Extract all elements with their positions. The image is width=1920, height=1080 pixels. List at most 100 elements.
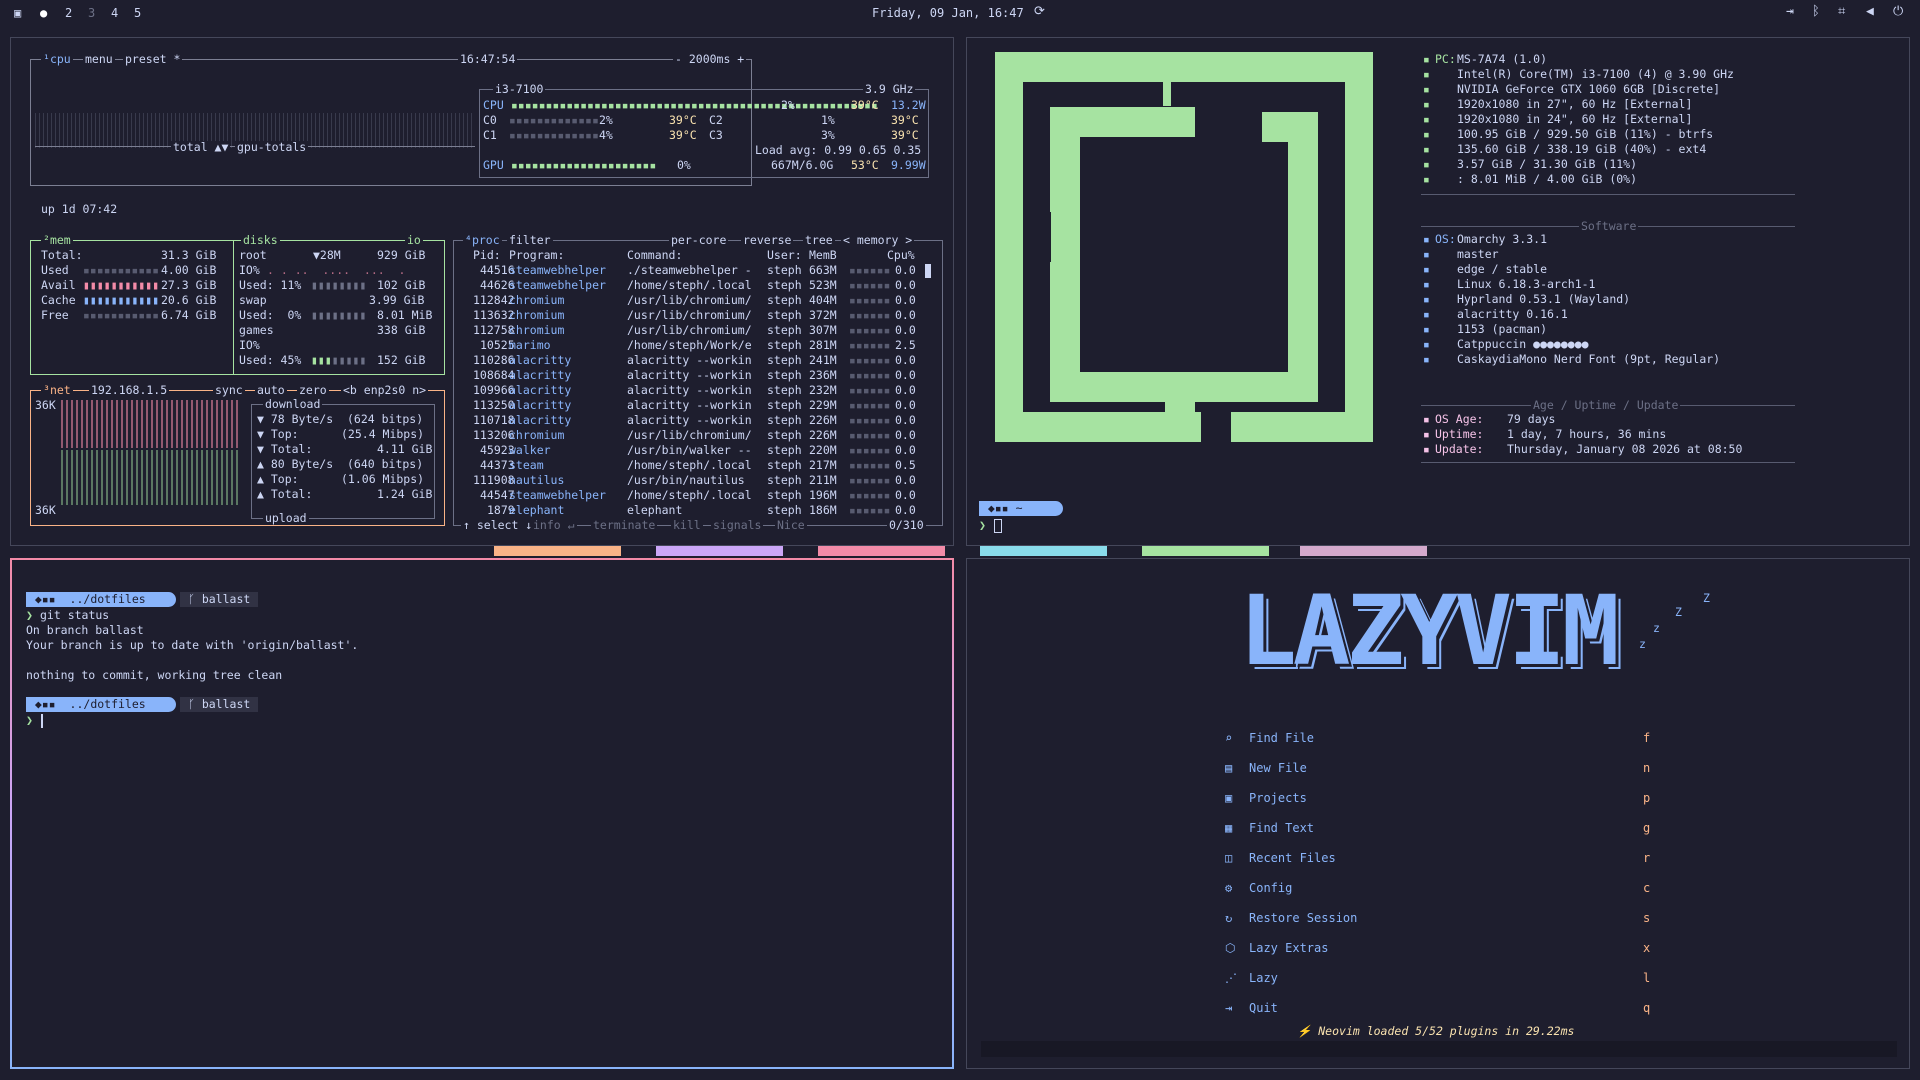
info-value: 1920x1080 in 24", 60 Hz [External] — [1457, 112, 1693, 126]
cpu-total-bar: ▪▪▪▪▪▪▪▪▪▪▪▪▪▪▪▪▪▪▪▪▪▪▪▪▪▪▪▪▪▪▪▪▪▪▪▪▪▪▪▪… — [511, 98, 878, 112]
workspace-2[interactable]: 2 — [65, 6, 72, 20]
proc-per-core[interactable]: per-core — [669, 234, 729, 247]
workspace-1-active[interactable]: ● — [40, 6, 47, 20]
menu-tab[interactable]: menu — [83, 53, 115, 66]
gpu-bar: ▪▪▪▪▪▪▪▪▪▪▪▪▪▪▪▪▪▪▪▪▪ — [511, 158, 657, 172]
net-ip: 192.168.1.5 — [89, 383, 170, 397]
fastfetch-window[interactable]: ◆▪▪ ~ ❯ Software Age / Uptime / Update ▪… — [966, 37, 1910, 546]
proc-mem: 404M — [809, 293, 837, 307]
net-zero[interactable]: zero — [297, 384, 329, 397]
col-pid[interactable]: Pid: — [473, 248, 501, 263]
volume-icon[interactable]: ◀ — [1866, 4, 1874, 19]
col-command[interactable]: Command: — [627, 248, 682, 263]
info-key: OS Age: — [1435, 412, 1484, 426]
disk-root-io: IO% — [239, 263, 260, 277]
menu-item-lazy[interactable]: ⋰ Lazy l — [1225, 971, 1655, 987]
proc-scrollbar[interactable] — [925, 264, 931, 278]
info-icon: ▪ — [1423, 127, 1430, 141]
col-user[interactable]: User: — [767, 248, 802, 263]
logout-icon[interactable]: ⇥ — [1786, 4, 1794, 19]
info-icon: ▪ — [1423, 232, 1430, 246]
proc-program: marimo — [509, 338, 551, 352]
info-value: 1 day, 7 hours, 36 mins — [1507, 427, 1667, 441]
network-icon[interactable]: ⌗ — [1838, 4, 1845, 19]
net-download-graph — [61, 400, 241, 448]
proc-terminate[interactable]: terminate — [591, 519, 658, 532]
preset-tab[interactable]: preset * — [123, 53, 183, 66]
proc-sort[interactable]: < memory > — [841, 234, 915, 247]
proc-mem-bar: ▪▪▪▪▪▪ — [849, 308, 891, 322]
games-size: 338 GiB — [377, 323, 426, 337]
proc-user: steph — [767, 338, 802, 352]
menu-label: Config — [1249, 881, 1293, 895]
proc-signals[interactable]: signals — [711, 519, 764, 532]
gpu-pct: 0% — [677, 158, 691, 172]
power-icon[interactable]: ⏻ — [1893, 4, 1903, 19]
proc-user: steph — [767, 428, 802, 442]
proc-nice[interactable]: Nice — [775, 519, 807, 532]
proc-mem-bar: ▪▪▪▪▪▪ — [849, 278, 891, 292]
menu-key: x — [1643, 941, 1651, 955]
mem-used-value: 4.00 GiB — [161, 263, 217, 277]
proc-tree[interactable]: tree — [803, 234, 835, 247]
recent-icon: ◫ — [1225, 851, 1233, 865]
menu-item-recent-files[interactable]: ◫ Recent Files r — [1225, 851, 1655, 867]
prompt-chevron: ❯ — [979, 518, 986, 532]
proc-filter[interactable]: filter — [507, 234, 553, 247]
zzz-1: Z — [1703, 591, 1710, 605]
proc-cpu: 0.0 — [895, 353, 916, 367]
proc-mem-bar: ▪▪▪▪▪▪ — [849, 473, 891, 487]
menu-item-config[interactable]: ⚙ Config c — [1225, 881, 1655, 897]
terminal-cursor-active[interactable] — [41, 714, 43, 728]
load-avg: Load avg: 0.99 0.65 0.35 — [755, 143, 922, 157]
workspace-4[interactable]: 4 — [111, 6, 118, 20]
net-sync[interactable]: sync — [213, 384, 245, 397]
net-dl-top-v: (25.4 Mibps) — [341, 427, 425, 441]
col-program[interactable]: Program: — [509, 248, 564, 263]
net-auto[interactable]: auto — [255, 384, 287, 397]
info-value: 135.60 GiB / 338.19 GiB (40%) - ext4 — [1457, 142, 1707, 156]
proc-reverse[interactable]: reverse — [741, 234, 794, 247]
proc-kill[interactable]: kill — [671, 519, 703, 532]
info-icon: ▪ — [1423, 337, 1430, 351]
proc-mem: 241M — [809, 353, 837, 367]
net-interface[interactable]: <b enp2s0 n> — [341, 384, 429, 397]
net-title: ³net — [41, 383, 73, 397]
cpu-tab[interactable]: ¹cpu — [41, 53, 73, 66]
btop-window[interactable]: ¹cpu menu preset * 16:47:54 - 2000ms + t… — [10, 37, 954, 546]
menu-item-projects[interactable]: ▣ Projects p — [1225, 791, 1655, 807]
terminal-window[interactable]: ◆▪▪ ../dotfiles ᚴ ballast ❯ git status O… — [10, 558, 954, 1069]
bluetooth-icon[interactable]: ᛒ — [1812, 4, 1820, 19]
proc-select[interactable]: ↑ select ↓ — [461, 519, 535, 532]
workspace-5[interactable]: 5 — [134, 6, 141, 20]
info-key: OS: — [1435, 232, 1456, 246]
disks-title: disks — [241, 233, 280, 247]
lazyvim-window[interactable]: LAZYVIM Z Z z z ⚡ Neovim loaded 5/52 plu… — [966, 558, 1910, 1069]
workspace-3[interactable]: 3 — [88, 6, 95, 20]
info-icon: ▪ — [1423, 97, 1430, 111]
menu-item-new-file[interactable]: ▤ New File n — [1225, 761, 1655, 777]
proc-mem: 229M — [809, 398, 837, 412]
zzz-2: Z — [1675, 605, 1682, 619]
col-cpu[interactable]: Cpu% — [887, 248, 915, 263]
menu-item-restore-session[interactable]: ↻ Restore Session s — [1225, 911, 1655, 927]
info-value: NVIDIA GeForce GTX 1060 6GB [Discrete] — [1457, 82, 1721, 96]
net-ul-total-v: 1.24 GiB — [377, 487, 433, 501]
menu-item-quit[interactable]: ⇥ Quit q — [1225, 1001, 1655, 1017]
menu-key: q — [1643, 1001, 1651, 1015]
clock[interactable]: Friday, 09 Jan, 16:47 — [872, 6, 1024, 20]
menu-item-lazy-extras[interactable]: ⬡ Lazy Extras x — [1225, 941, 1655, 957]
col-mem[interactable]: MemB — [809, 248, 837, 263]
interval-control[interactable]: - 2000ms + — [673, 53, 747, 66]
menu-icon[interactable]: ▣ — [14, 6, 21, 20]
menu-item-find-text[interactable]: ▦ Find Text g — [1225, 821, 1655, 837]
update-icon[interactable]: ⟳ — [1034, 4, 1045, 19]
proc-mem: 281M — [809, 338, 837, 352]
proc-user: steph — [767, 413, 802, 427]
menu-item-find-file[interactable]: ⌕ Find File f — [1225, 731, 1655, 747]
proc-info[interactable]: info ↵ — [531, 519, 577, 532]
io-toggle[interactable]: io — [405, 234, 423, 247]
info-icon: ▪ — [1423, 412, 1430, 426]
info-value: edge / stable — [1457, 262, 1548, 276]
swatch-green — [1142, 546, 1269, 556]
